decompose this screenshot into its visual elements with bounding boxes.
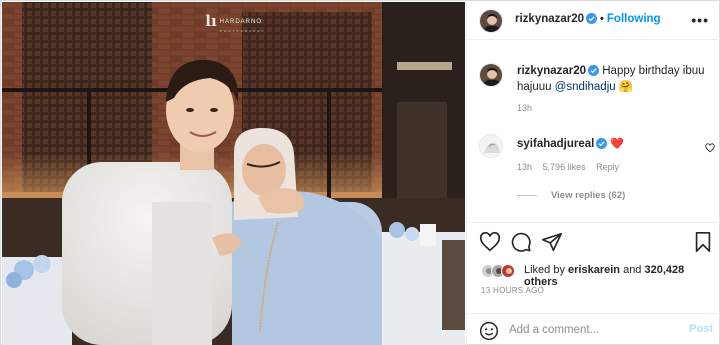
verified-badge-icon [586, 13, 598, 24]
comment-likes[interactable]: 5,796 likes [543, 162, 586, 172]
post-header: rizkynazar20 • Following ••• [467, 2, 720, 40]
watermark-subtext: PHOTOGRAPHY [220, 29, 266, 33]
caption-time: 13h [517, 103, 533, 113]
following-button[interactable]: Following [607, 13, 661, 25]
comment-bar: Post [467, 313, 720, 345]
caption: rizkynazar20 Happy birthday ibuu hajuuu … [517, 63, 707, 95]
photographer-watermark: lı HARDARNO PHOTOGRAPHY [202, 14, 265, 33]
liked-by-user-link[interactable]: eriskarein [568, 264, 620, 276]
comment-time: 13h [517, 162, 533, 172]
comment-text: ❤️ [610, 138, 625, 150]
liker-avatar[interactable] [501, 264, 515, 278]
share-send-icon[interactable] [541, 231, 563, 253]
post-side-panel: rizkynazar20 • Following ••• rizkynazar20 … [466, 2, 720, 345]
instagram-post: lı HARDARNO PHOTOGRAPHY rizkynazar20 • Foll… [0, 0, 720, 345]
header-separator: • [600, 13, 604, 25]
post-photo[interactable]: lı HARDARNO PHOTOGRAPHY [2, 2, 465, 345]
commenter-avatar[interactable] [479, 134, 503, 158]
author-avatar[interactable] [479, 9, 503, 33]
liked-by-summary: Liked by eriskarein and 320,428 others [524, 264, 720, 288]
post-timestamp[interactable]: 13 HOURS AGO [481, 286, 544, 295]
post-comment-button[interactable]: Post [689, 323, 713, 335]
save-bookmark-icon[interactable] [693, 231, 713, 253]
replies-divider [517, 194, 537, 196]
liked-by-prefix: Liked by [524, 264, 569, 276]
watermark-text: HARDARNO [219, 18, 263, 25]
liked-by-middle: and [620, 264, 645, 276]
header-username[interactable]: rizkynazar20 [515, 13, 584, 25]
caption-avatar[interactable] [479, 63, 503, 87]
like-comment-heart-icon[interactable] [705, 143, 715, 153]
caption-emoji: 🤗 [618, 81, 634, 93]
verified-badge-icon [588, 65, 600, 76]
watermark-logo: lı [205, 12, 217, 30]
post-photo-scene [2, 2, 465, 345]
caption-username[interactable]: rizkynazar20 [517, 65, 586, 77]
commenter-username[interactable]: syifahadjureal [517, 138, 594, 150]
caption-mention-link[interactable]: @sndihadju [555, 81, 616, 93]
like-heart-icon[interactable] [479, 231, 501, 253]
more-options-icon[interactable]: ••• [691, 12, 709, 28]
comments-list[interactable]: rizkynazar20 Happy birthday ibuu hajuuu … [467, 41, 720, 222]
emoji-smiley-icon[interactable] [479, 321, 499, 341]
add-comment-input[interactable] [509, 321, 679, 339]
verified-badge-icon [596, 138, 608, 149]
reply-button[interactable]: Reply [596, 162, 619, 172]
comment: syifahadjureal ❤️ [517, 137, 624, 150]
comment-bubble-icon[interactable] [510, 231, 532, 253]
view-replies-label: View replies (62) [551, 190, 626, 201]
comment-meta: 13h 5,796 likes Reply [517, 162, 619, 172]
view-replies-button[interactable]: View replies (62) [517, 190, 625, 201]
